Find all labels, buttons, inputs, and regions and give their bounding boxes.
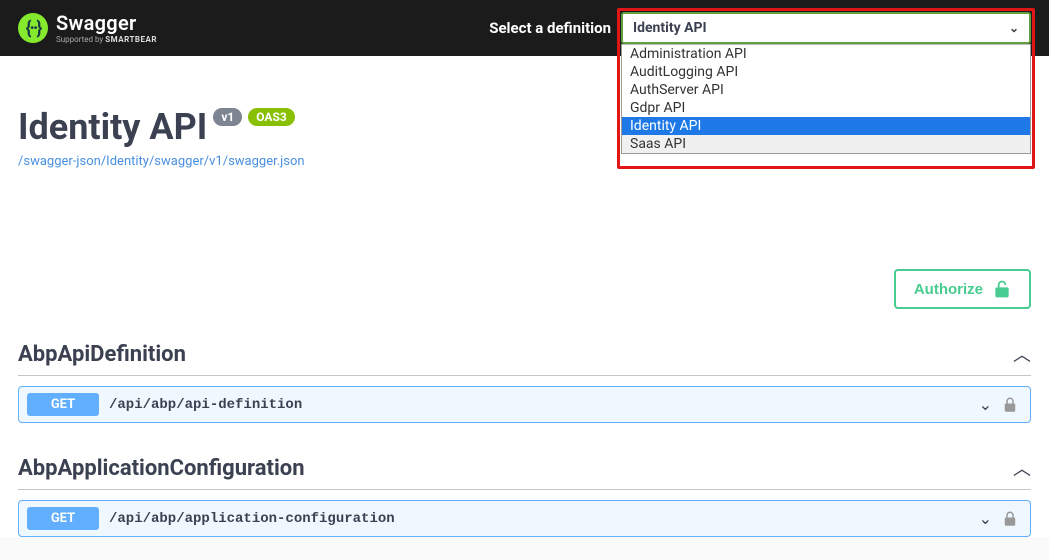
definition-select-value: Identity API [633, 20, 707, 36]
operation-method: GET [27, 393, 99, 416]
oas-badge: OAS3 [248, 108, 295, 126]
tag-header[interactable]: AbpApiDefinition ︿ [18, 333, 1031, 376]
spec-link[interactable]: /swagger-json/Identity/swagger/v1/swagge… [18, 154, 305, 169]
definition-option[interactable]: Saas API [622, 135, 1030, 153]
chevron-down-icon: ⌄ [1009, 21, 1019, 35]
definition-option[interactable]: Administration API [622, 45, 1030, 63]
tag-section: AbpApiDefinition ︿ GET/api/abp/api-definit… [18, 333, 1031, 423]
definition-select[interactable]: Identity API ⌄ [621, 12, 1031, 44]
definition-dropdown: Administration APIAuditLogging APIAuthSe… [621, 44, 1031, 154]
operation-path: /api/abp/api-definition [109, 397, 979, 413]
brand-subtext: Supported by SMARTBEAR [56, 36, 157, 44]
chevron-up-icon: ︿ [1013, 341, 1031, 367]
tag-name: AbpApplicationConfiguration [18, 456, 305, 481]
operation-block[interactable]: GET/api/abp/application-configuration⌄ [18, 500, 1031, 537]
operation-controls: ⌄ [979, 395, 1018, 414]
authorize-row: Authorize [18, 269, 1031, 309]
operation-method: GET [27, 507, 99, 530]
operation-block[interactable]: GET/api/abp/api-definition⌄ [18, 386, 1031, 423]
tag-header[interactable]: AbpApplicationConfiguration ︿ [18, 447, 1031, 490]
chevron-up-icon: ︿ [1013, 455, 1031, 481]
definition-select-wrap: Identity API ⌄ Administration APIAuditLo… [621, 12, 1031, 44]
authorize-label: Authorize [914, 281, 983, 298]
brand-name: Swagger [56, 13, 157, 33]
definition-option[interactable]: AuditLogging API [622, 63, 1030, 81]
lock-open-icon [993, 279, 1011, 299]
topbar: {··} Swagger Supported by SMARTBEAR Sele… [0, 0, 1049, 56]
operation-controls: ⌄ [979, 509, 1018, 528]
lock-icon[interactable] [1002, 510, 1018, 528]
definition-option[interactable]: AuthServer API [622, 81, 1030, 99]
version-badge: v1 [213, 108, 242, 126]
lock-icon[interactable] [1002, 396, 1018, 414]
swagger-logo-text: Swagger Supported by SMARTBEAR [56, 13, 157, 44]
api-title: Identity API [18, 106, 207, 148]
operation-path: /api/abp/application-configuration [109, 511, 979, 527]
tag-section: AbpApplicationConfiguration ︿ GET/api/abp/… [18, 447, 1031, 537]
chevron-down-icon[interactable]: ⌄ [979, 509, 992, 528]
swagger-logo: {··} Swagger Supported by SMARTBEAR [18, 13, 157, 44]
definition-option[interactable]: Gdpr API [622, 99, 1030, 117]
definition-label: Select a definition [489, 19, 611, 37]
chevron-down-icon[interactable]: ⌄ [979, 395, 992, 414]
swagger-logo-icon: {··} [18, 13, 48, 43]
tag-name: AbpApiDefinition [18, 342, 186, 367]
authorize-button[interactable]: Authorize [894, 269, 1031, 309]
definition-option[interactable]: Identity API [622, 117, 1030, 135]
